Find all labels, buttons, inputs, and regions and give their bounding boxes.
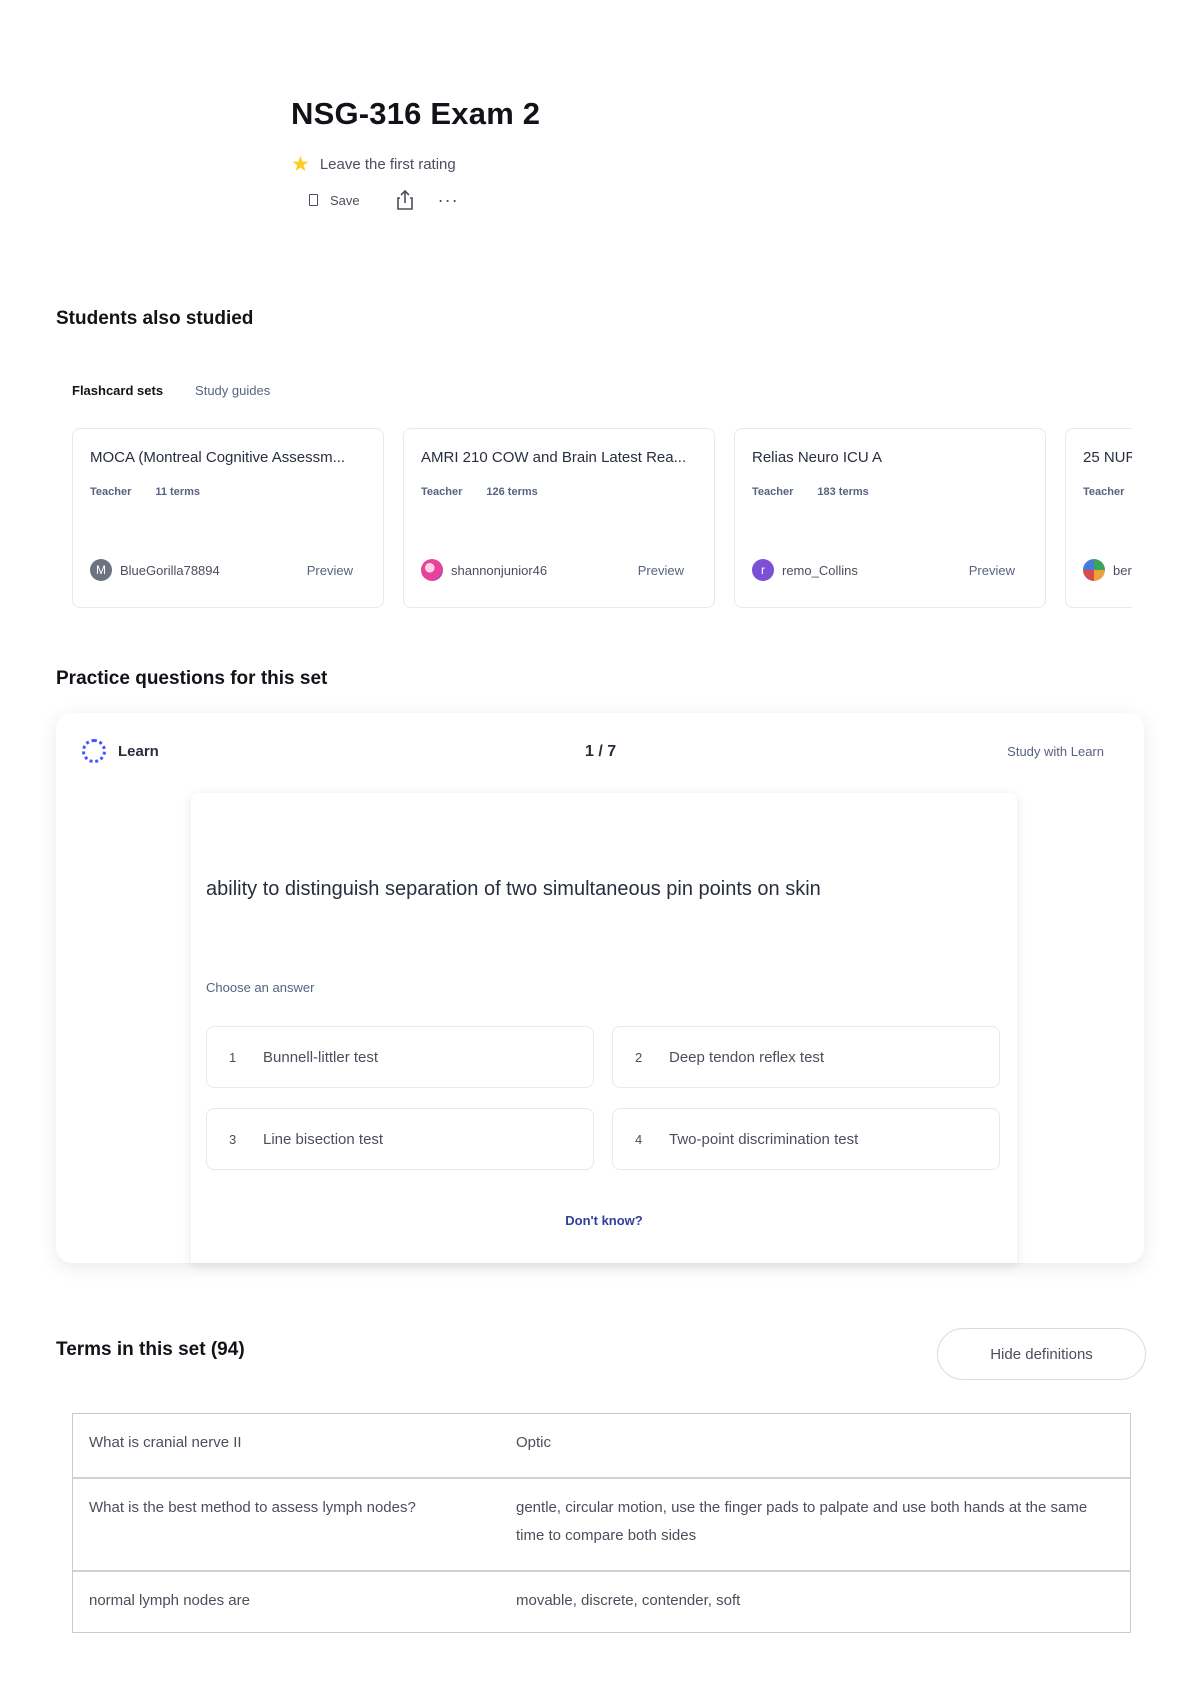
terms-title: Terms in this set (94) (56, 1339, 245, 1360)
card-footer: ber (1083, 559, 1132, 581)
card-title: 25 NUR (1083, 449, 1132, 466)
rating-prompt[interactable]: ★ Leave the first rating (291, 154, 540, 175)
option-label: Deep tendon reflex test (669, 1048, 825, 1066)
learn-practice-panel: Learn 1 / 7 Study with Learn ability to … (56, 713, 1144, 1263)
study-with-learn-link[interactable]: Study with Learn (1007, 744, 1104, 759)
learn-icon (82, 739, 106, 763)
avatar (1083, 559, 1105, 581)
question-text: ability to distinguish separation of two… (206, 878, 821, 900)
question-card: ability to distinguish separation of two… (191, 793, 1017, 1263)
practice-questions-title: Practice questions for this set (56, 668, 328, 689)
related-set-card[interactable]: AMRI 210 COW and Brain Latest Rea... Tea… (403, 428, 715, 608)
avatar (421, 559, 443, 581)
learn-mode-label: Learn (82, 739, 159, 763)
card-title: MOCA (Montreal Cognitive Assessm... (90, 449, 346, 466)
card-title: AMRI 210 COW and Brain Latest Rea... (421, 449, 687, 466)
related-tabs: Flashcard sets Study guides (72, 383, 302, 398)
table-row: normal lymph nodes are movable, discrete… (73, 1570, 1130, 1632)
preview-button[interactable]: Preview (638, 563, 684, 578)
card-username[interactable]: shannonjunior46 (451, 563, 547, 578)
answer-option[interactable]: 2 Deep tendon reflex test (612, 1026, 1000, 1088)
preview-button[interactable]: Preview (969, 563, 1015, 578)
more-options-icon[interactable]: ··· (438, 191, 459, 209)
rating-text[interactable]: Leave the first rating (320, 156, 456, 173)
set-actions: Save ··· (309, 189, 540, 211)
tab-study-guides[interactable]: Study guides (195, 383, 270, 398)
term-word: What is the best method to assess lymph … (89, 1499, 416, 1516)
table-row: What is cranial nerve II Optic (73, 1414, 1130, 1477)
option-label: Two-point discrimination test (669, 1130, 859, 1148)
choose-answer-label: Choose an answer (206, 980, 315, 995)
learn-label: Learn (118, 742, 159, 760)
question-progress: 1 / 7 (585, 743, 617, 760)
option-label: Bunnell-littler test (263, 1048, 379, 1066)
star-icon: ★ (291, 153, 310, 176)
card-role: Teacher (1083, 486, 1125, 498)
share-icon (396, 189, 413, 210)
answer-option[interactable]: 3 Line bisection test (206, 1108, 594, 1170)
term-definition: gentle, circular motion, use the finger … (516, 1499, 1088, 1544)
term-definition: movable, discrete, contender, soft (516, 1592, 741, 1609)
card-footer: M BlueGorilla78894 Preview (90, 559, 353, 581)
option-number: 3 (229, 1131, 237, 1147)
table-row: What is the best method to assess lymph … (73, 1477, 1130, 1570)
avatar: r (752, 559, 774, 581)
card-footer: shannonjunior46 Preview (421, 559, 684, 581)
card-term-count: 126 terms (486, 486, 538, 498)
answer-option[interactable]: 4 Two-point discrimination test (612, 1108, 1000, 1170)
card-role: Teacher (752, 486, 794, 498)
save-button[interactable]: Save (309, 193, 360, 208)
tab-flashcard-sets[interactable]: Flashcard sets (72, 383, 163, 398)
term-definition: Optic (516, 1434, 552, 1451)
card-title: Relias Neuro ICU A (752, 449, 883, 466)
option-label: Line bisection test (263, 1130, 384, 1148)
option-number: 4 (635, 1131, 643, 1147)
term-word: What is cranial nerve II (89, 1434, 242, 1451)
preview-button[interactable]: Preview (307, 563, 353, 578)
bookmark-icon (309, 194, 318, 206)
avatar: M (90, 559, 112, 581)
related-set-card[interactable]: MOCA (Montreal Cognitive Assessm... Teac… (72, 428, 384, 608)
card-term-count: 11 terms (155, 486, 201, 498)
option-number: 1 (229, 1049, 237, 1065)
students-also-studied-title: Students also studied (56, 308, 254, 329)
card-username[interactable]: remo_Collins (782, 563, 858, 578)
related-set-card[interactable]: Relias Neuro ICU A Teacher 183 terms r r… (734, 428, 1046, 608)
answer-option[interactable]: 1 Bunnell-littler test (206, 1026, 594, 1088)
card-term-count: 183 terms (817, 486, 869, 498)
terms-table: What is cranial nerve II Optic What is t… (72, 1413, 1131, 1633)
related-set-card[interactable]: 25 NUR Teacher ber (1065, 428, 1132, 608)
card-meta: Teacher (1083, 486, 1132, 498)
dont-know-button[interactable]: Don't know? (191, 1213, 1017, 1228)
save-label: Save (330, 192, 360, 208)
set-header: NSG-316 Exam 2 ★ Leave the first rating … (291, 96, 540, 211)
term-word: normal lymph nodes are (89, 1592, 250, 1609)
card-footer: r remo_Collins Preview (752, 559, 1015, 581)
card-username[interactable]: BlueGorilla78894 (120, 563, 220, 578)
option-number: 2 (635, 1049, 643, 1065)
related-sets-carousel: MOCA (Montreal Cognitive Assessm... Teac… (72, 428, 1132, 612)
share-button[interactable] (396, 189, 414, 211)
hide-definitions-button[interactable]: Hide definitions (937, 1328, 1146, 1380)
card-role: Teacher (421, 486, 463, 498)
card-username[interactable]: ber (1113, 563, 1132, 578)
card-meta: Teacher 11 terms (90, 486, 366, 498)
page-title: NSG-316 Exam 2 (291, 96, 541, 131)
card-role: Teacher (90, 486, 132, 498)
card-meta: Teacher 183 terms (752, 486, 1028, 498)
card-meta: Teacher 126 terms (421, 486, 697, 498)
